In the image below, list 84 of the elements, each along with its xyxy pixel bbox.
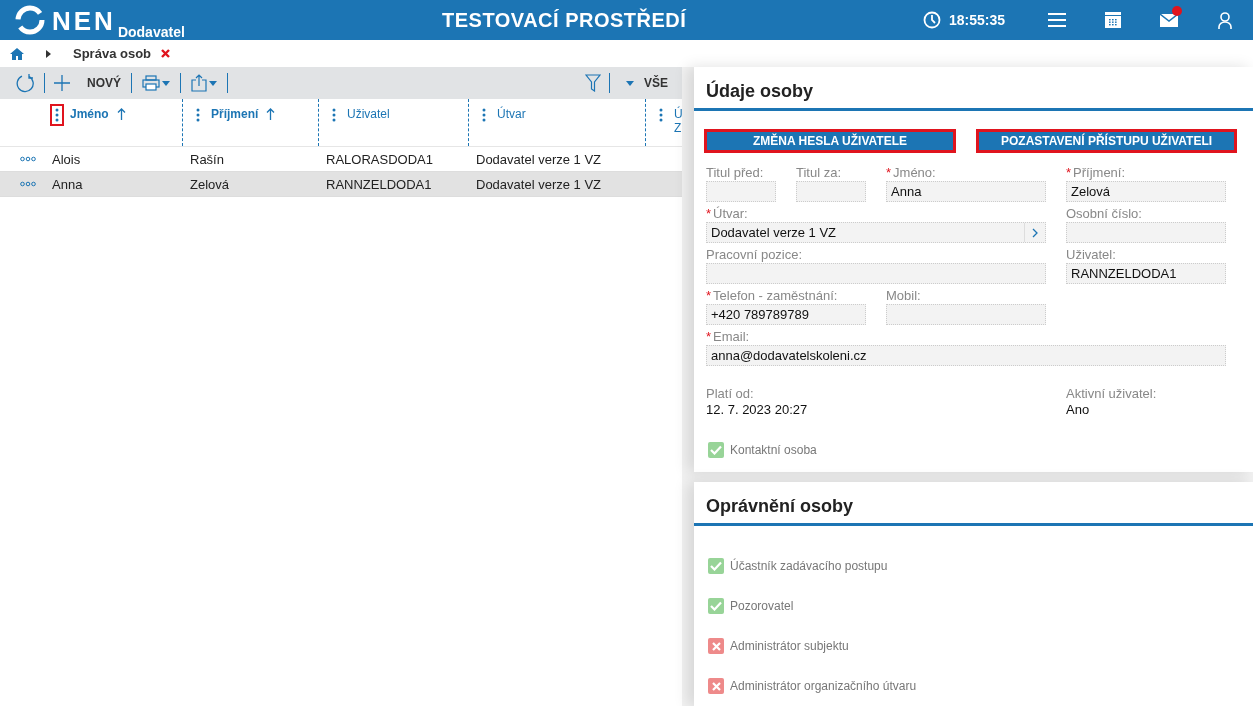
field-label: Mobil: [886, 288, 921, 304]
input-field[interactable]: Zelová [1066, 181, 1226, 202]
column-header[interactable]: Jméno [70, 107, 109, 121]
required-marker: * [706, 288, 712, 304]
permission-label: Administrátor organizačního útvaru [730, 679, 917, 693]
permission-label: Pozorovatel [730, 599, 794, 613]
info-label: Aktivní uživatel: [1066, 386, 1158, 402]
user-icon[interactable] [1218, 11, 1232, 29]
info-value: Ano [1066, 402, 1091, 418]
filter-dropdown[interactable]: VŠE [624, 71, 670, 95]
mail-icon[interactable] [1160, 13, 1178, 27]
new-button[interactable]: NOVÝ [85, 71, 123, 95]
sort-ascending-icon[interactable] [116, 108, 126, 120]
input-field[interactable] [886, 304, 1046, 325]
column-header[interactable]: Uživatel [347, 107, 390, 121]
logo-icon [14, 4, 46, 36]
column-header[interactable]: Příjmení [211, 107, 259, 121]
plus-icon[interactable] [53, 74, 71, 92]
section-title: Údaje osoby [694, 67, 1253, 111]
column-header[interactable]: Ú Z [674, 107, 682, 135]
table-cell-text: RANNZELDODA1 [325, 175, 433, 194]
column-menu-icon[interactable] [50, 104, 64, 126]
field-label: Telefon - zaměstnání: [713, 288, 838, 304]
caret-icon [209, 80, 217, 86]
table-cell-text: Anna [51, 175, 84, 194]
field-label: Příjmení: [1073, 165, 1126, 181]
info-label: Platí od: [706, 386, 755, 402]
field-label: Titul za: [796, 165, 842, 181]
field-label: Pracovní pozice: [706, 247, 803, 263]
logo-subtitle: Dodavatel [117, 24, 185, 40]
clock-time: 18:55:35 [948, 12, 1005, 28]
refresh-icon[interactable] [16, 73, 36, 93]
table-cell-text: Alois [51, 150, 82, 169]
clock-icon [922, 11, 941, 29]
field-label: Útvar: [713, 206, 748, 222]
input-field[interactable] [706, 263, 1046, 284]
input-field[interactable]: Anna [886, 181, 1046, 202]
input-field[interactable] [796, 181, 866, 202]
caret-right-icon [46, 49, 51, 58]
field-label: Email: [713, 329, 750, 345]
chevron-right-icon[interactable] [1032, 227, 1038, 238]
input-field[interactable]: RANNZELDODA1 [1066, 263, 1226, 284]
action-button[interactable]: POZASTAVENÍ PŘÍSTUPU UŽIVATELI [976, 129, 1238, 153]
input-field[interactable]: +420 789789789 [706, 304, 866, 325]
required-marker: * [1066, 165, 1072, 181]
permission-label: Administrátor subjektu [730, 639, 849, 653]
required-marker: * [886, 165, 892, 181]
table-cell-text: Rašín [189, 150, 225, 169]
row-actions-icon[interactable] [20, 156, 36, 162]
sort-ascending-icon[interactable] [266, 108, 276, 120]
table-row[interactable]: Anna Zelová RANNZELDODA1 Dodavatel verze 1 VZ [0, 172, 682, 197]
caret-icon [162, 80, 170, 86]
field-label: Uživatel: [1066, 247, 1116, 263]
caret-icon [626, 80, 634, 86]
share-icon [191, 74, 207, 92]
input-field[interactable]: anna@dodavatelskoleni.cz [706, 345, 1226, 366]
field-label: Osobní číslo: [1066, 206, 1142, 222]
table-cell-text: RALORASDODA1 [325, 150, 434, 169]
checkbox-label: Kontaktní osoba [730, 443, 817, 457]
calendar-icon[interactable] [1105, 12, 1121, 28]
logo-text: NEN [52, 6, 116, 36]
required-marker: * [706, 206, 712, 222]
table-cell-text: Dodavatel verze 1 VZ [475, 175, 602, 194]
row-actions-icon[interactable] [20, 181, 36, 187]
environment-title: TESTOVACÍ PROSTŘEDÍ [441, 8, 688, 32]
input-field[interactable] [1066, 222, 1226, 243]
home-icon[interactable] [10, 47, 24, 60]
input-field[interactable] [706, 181, 776, 202]
input-field[interactable]: Dodavatel verze 1 VZ [706, 222, 1046, 243]
printer-icon [142, 75, 160, 91]
column-header[interactable]: Útvar [497, 107, 526, 121]
info-value: 12. 7. 2023 20:27 [706, 402, 809, 418]
action-button[interactable]: ZMĚNA HESLA UŽIVATELE [704, 129, 956, 153]
close-icon[interactable] [161, 49, 171, 58]
required-marker: * [706, 329, 712, 345]
permission-label: Účastník zadávacího postupu [730, 559, 888, 573]
section-title: Oprávnění osoby [694, 482, 1253, 526]
table-cell-text: Dodavatel verze 1 VZ [475, 150, 602, 169]
field-label: Titul před: [706, 165, 764, 181]
breadcrumb-item[interactable]: Správa osob [73, 46, 152, 61]
menu-icon[interactable] [1048, 12, 1066, 28]
filter-icon[interactable] [585, 74, 601, 92]
table-cell-text: Zelová [189, 175, 231, 194]
field-label: Jméno: [893, 165, 936, 181]
